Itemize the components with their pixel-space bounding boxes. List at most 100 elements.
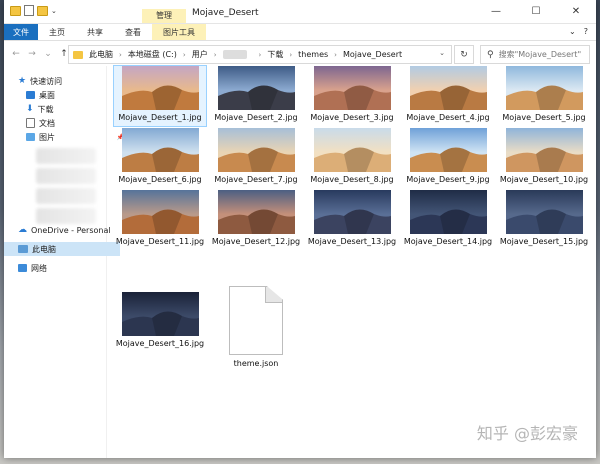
nav-network[interactable]: 网络 xyxy=(4,261,120,275)
file-item-image[interactable]: Mojave_Desert_6.jpg xyxy=(114,128,206,188)
breadcrumb-this-pc[interactable]: 此电脑 › xyxy=(89,49,122,60)
address-bar[interactable]: 此电脑 › 本地磁盘 (C:) › 用户 › › 下载 › themes › Mojave… xyxy=(68,45,452,64)
refresh-button[interactable]: ↻ xyxy=(454,45,474,64)
file-item-image[interactable]: Mojave_Desert_16.jpg xyxy=(114,286,206,368)
file-name: Mojave_Desert_4.jpg xyxy=(406,113,490,122)
file-item-image[interactable]: Mojave_Desert_10.jpg xyxy=(498,128,590,188)
redacted-item xyxy=(36,208,96,224)
nav-onedrive[interactable]: ☁ OneDrive - Personal xyxy=(4,223,120,237)
file-item-image[interactable]: Mojave_Desert_13.jpg xyxy=(306,190,398,250)
image-thumbnail xyxy=(121,292,199,336)
desktop-icon xyxy=(26,91,35,99)
breadcrumb-users[interactable]: 用户 › xyxy=(192,49,217,60)
tab-view[interactable]: 查看 xyxy=(114,24,152,40)
watermark: 知乎 @彭宏豪 xyxy=(476,424,578,443)
file-name: Mojave_Desert_13.jpg xyxy=(307,237,397,246)
breadcrumb-local-disk[interactable]: 本地磁盘 (C:) › xyxy=(128,49,186,60)
back-arrow-icon[interactable]: ← xyxy=(10,49,22,59)
search-placeholder: 搜索"Mojave_Desert" xyxy=(498,50,582,59)
help-icon[interactable]: ? xyxy=(584,27,588,36)
tab-share[interactable]: 共享 xyxy=(76,24,114,40)
expand-ribbon-icon[interactable]: ⌄ xyxy=(569,27,576,36)
file-item-image[interactable]: Mojave_Desert_5.jpg xyxy=(498,66,590,126)
cloud-icon: ☁ xyxy=(18,225,27,235)
address-dropdown-icon[interactable]: ⌄ xyxy=(439,49,445,57)
redacted-item xyxy=(36,168,96,184)
tab-home[interactable]: 主页 xyxy=(38,24,76,40)
minimize-button[interactable]: — xyxy=(476,0,516,23)
file-item-image[interactable]: Mojave_Desert_3.jpg xyxy=(306,66,398,126)
image-thumbnail xyxy=(217,128,295,172)
breadcrumb-downloads[interactable]: 下载 › xyxy=(267,49,292,60)
image-thumbnail xyxy=(313,128,391,172)
new-folder-icon[interactable] xyxy=(37,5,48,16)
redacted-item xyxy=(36,188,96,204)
file-name: Mojave_Desert_11.jpg xyxy=(115,237,205,246)
file-item-image[interactable]: Mojave_Desert_12.jpg xyxy=(210,190,302,250)
search-box[interactable]: ⚲ 搜索"Mojave_Desert" xyxy=(480,45,590,64)
image-thumbnail xyxy=(409,66,487,110)
file-name: Mojave_Desert_12.jpg xyxy=(211,237,301,246)
star-icon: ★ xyxy=(18,76,27,86)
breadcrumb-username-redacted[interactable] xyxy=(222,50,247,59)
network-icon xyxy=(18,264,27,272)
close-button[interactable]: ✕ xyxy=(556,0,596,23)
file-name: Mojave_Desert_15.jpg xyxy=(499,237,589,246)
file-item-image[interactable]: Mojave_Desert_1.jpg xyxy=(113,65,207,127)
download-icon: ⬇ xyxy=(26,104,34,114)
file-item-image[interactable]: Mojave_Desert_15.jpg xyxy=(498,190,590,250)
file-item-image[interactable]: Mojave_Desert_8.jpg xyxy=(306,128,398,188)
file-item-image[interactable]: Mojave_Desert_11.jpg xyxy=(114,190,206,250)
pictures-icon xyxy=(26,133,35,141)
image-thumbnail xyxy=(409,128,487,172)
explorer-window: ⌄ 管理 Mojave_Desert — ☐ ✕ 文件 主页 共享 查看 图片工… xyxy=(4,0,596,458)
breadcrumb-themes[interactable]: themes › xyxy=(298,50,337,59)
recent-locations-icon[interactable]: ⌄ xyxy=(42,49,54,59)
file-name: Mojave_Desert_2.jpg xyxy=(214,113,298,122)
file-item-image[interactable]: Mojave_Desert_14.jpg xyxy=(402,190,494,250)
document-icon xyxy=(26,118,35,128)
image-thumbnail xyxy=(505,190,583,234)
file-name: Mojave_Desert_7.jpg xyxy=(214,175,298,184)
file-item-image[interactable]: Mojave_Desert_7.jpg xyxy=(210,128,302,188)
quick-access-toolbar: ⌄ xyxy=(10,5,57,16)
redacted-item xyxy=(36,148,96,164)
image-thumbnail xyxy=(121,190,199,234)
image-thumbnail xyxy=(409,190,487,234)
nav-documents[interactable]: 文档 📌 xyxy=(4,116,128,130)
nav-desktop[interactable]: 桌面 📌 xyxy=(4,88,128,102)
nav-this-pc[interactable]: 此电脑 xyxy=(4,242,120,256)
file-name: Mojave_Desert_5.jpg xyxy=(502,113,586,122)
tab-file[interactable]: 文件 xyxy=(4,24,38,40)
computer-icon xyxy=(18,245,28,253)
window-title: Mojave_Desert xyxy=(192,8,259,18)
navigation-pane: ★ 快速访问 桌面 📌 ⬇ 下载 📌 文档 📌 图片 📌 ☁ xyxy=(4,66,124,458)
properties-icon[interactable] xyxy=(24,5,34,16)
breadcrumb-mojave-desert[interactable]: Mojave_Desert xyxy=(343,50,402,59)
image-thumbnail xyxy=(121,128,199,172)
json-file-icon xyxy=(229,286,283,355)
file-name: Mojave_Desert_16.jpg xyxy=(115,339,205,348)
file-grid: Mojave_Desert_1.jpg Mojave_Desert_2.jpg … xyxy=(113,65,594,406)
folder-icon xyxy=(73,50,83,59)
image-thumbnail xyxy=(313,190,391,234)
nav-downloads[interactable]: ⬇ 下载 📌 xyxy=(4,102,128,116)
refresh-icon: ↻ xyxy=(460,49,468,60)
file-name: Mojave_Desert_10.jpg xyxy=(499,175,589,184)
title-bar: ⌄ 管理 Mojave_Desert — ☐ ✕ xyxy=(4,0,596,24)
forward-arrow-icon[interactable]: → xyxy=(26,49,38,59)
tab-picture-tools[interactable]: 图片工具 xyxy=(152,24,206,40)
nav-quick-access[interactable]: ★ 快速访问 xyxy=(4,74,120,88)
maximize-button[interactable]: ☐ xyxy=(516,0,556,23)
file-name: theme.json xyxy=(233,359,279,368)
manage-tab-header[interactable]: 管理 xyxy=(142,9,186,23)
image-thumbnail xyxy=(217,66,295,110)
file-item-image[interactable]: Mojave_Desert_9.jpg xyxy=(402,128,494,188)
file-item-image[interactable]: Mojave_Desert_4.jpg xyxy=(402,66,494,126)
file-item-json[interactable]: theme.json xyxy=(210,286,302,368)
nav-pictures[interactable]: 图片 📌 xyxy=(4,130,128,144)
file-item-image[interactable]: Mojave_Desert_2.jpg xyxy=(210,66,302,126)
file-name: Mojave_Desert_6.jpg xyxy=(118,175,202,184)
customize-toolbar-icon[interactable]: ⌄ xyxy=(51,7,57,15)
file-name: Mojave_Desert_1.jpg xyxy=(118,113,202,122)
